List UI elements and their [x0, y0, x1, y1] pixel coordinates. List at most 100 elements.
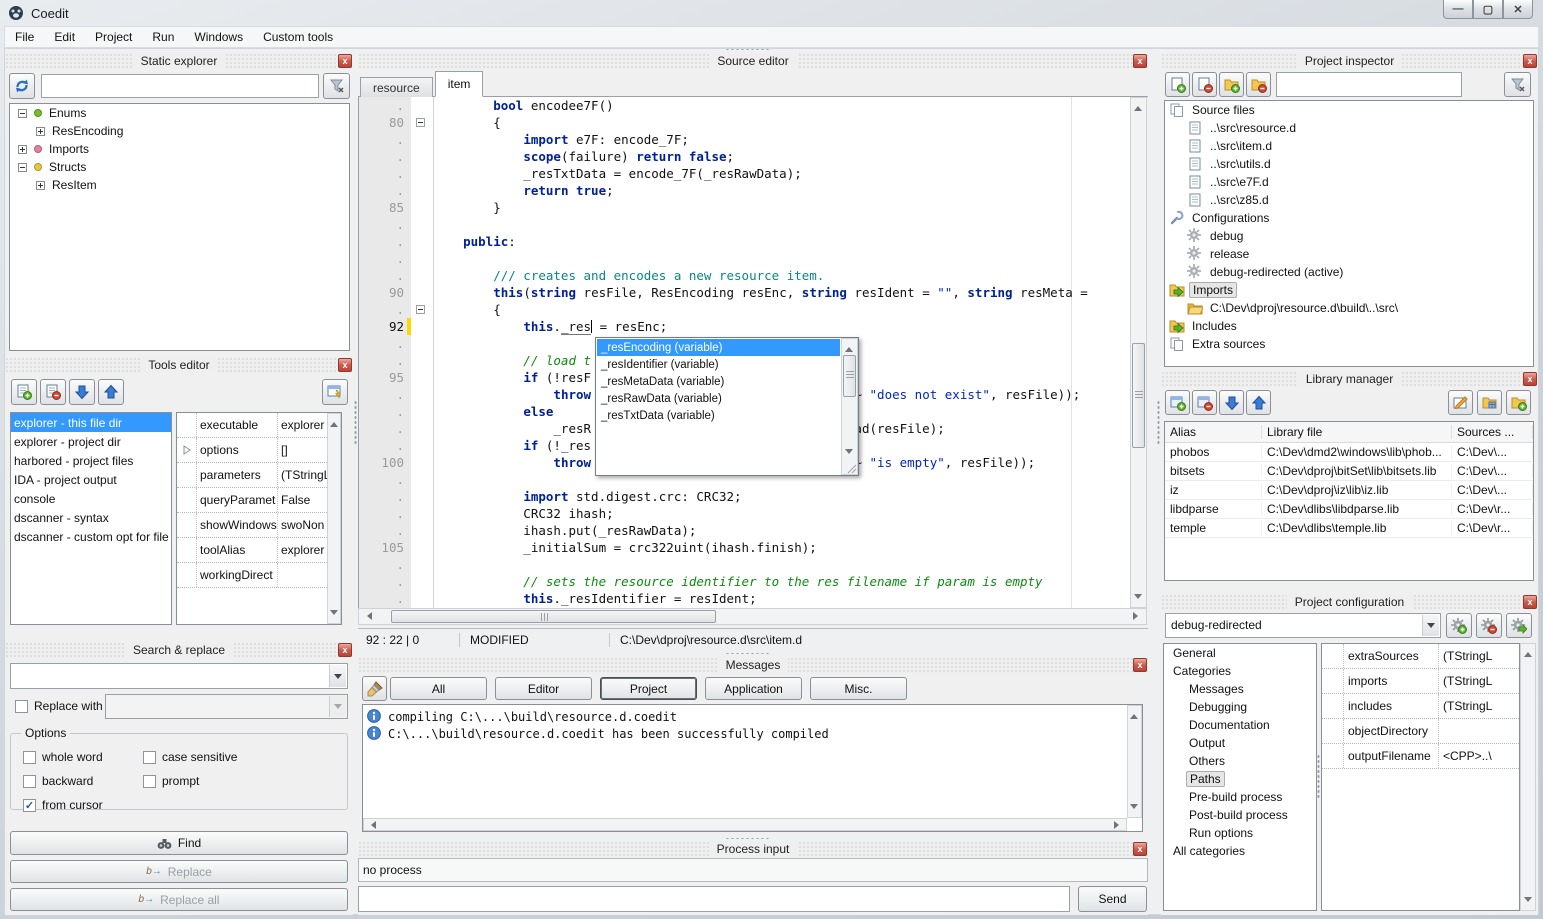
remove-tool-button[interactable]: [40, 379, 66, 405]
popup-scrollbar[interactable]: [841, 338, 858, 475]
tab-resource[interactable]: resource: [360, 77, 433, 99]
configuration-combo[interactable]: debug-redirected: [1165, 613, 1441, 638]
add-tool-button[interactable]: [11, 379, 37, 405]
close-panel-icon[interactable]: x: [1523, 54, 1537, 68]
project-tree-node[interactable]: debug-redirected (active): [1165, 263, 1533, 281]
splitter-handle[interactable]: [725, 48, 771, 51]
project-tree-node[interactable]: ..\src\utils.d: [1165, 155, 1533, 173]
splitter-handle[interactable]: [1317, 754, 1320, 800]
config-category-node[interactable]: All categories: [1164, 842, 1316, 860]
option-checkbox-from-cursor[interactable]: ✓from cursor: [23, 798, 103, 812]
add-library-folder-button[interactable]: [1506, 390, 1531, 415]
config-category-node[interactable]: Output: [1164, 734, 1316, 752]
config-property-row[interactable]: outputFilename<CPP>..\: [1322, 744, 1519, 769]
config-property-row[interactable]: objectDirectory: [1322, 719, 1519, 744]
column-header-alias[interactable]: Alias: [1165, 425, 1262, 439]
option-checkbox-backward[interactable]: backward: [23, 774, 93, 788]
close-panel-icon[interactable]: x: [338, 54, 352, 68]
move-library-down-button[interactable]: [1219, 390, 1244, 415]
move-tool-down-button[interactable]: [69, 379, 95, 405]
clear-inspector-filter-button[interactable]: [1504, 72, 1531, 97]
collapse-icon[interactable]: [18, 109, 27, 118]
close-panel-icon[interactable]: x: [1133, 842, 1147, 856]
fold-collapse-icon[interactable]: [416, 118, 425, 127]
config-category-node[interactable]: Run options: [1164, 824, 1316, 842]
replace-text-combo[interactable]: [105, 694, 348, 719]
close-panel-icon[interactable]: x: [1133, 54, 1147, 68]
symbol-tree-node[interactable]: Enums: [10, 104, 349, 122]
close-panel-icon[interactable]: x: [1523, 595, 1537, 609]
project-tree-node[interactable]: ..\src\z85.d: [1165, 191, 1533, 209]
completion-item[interactable]: _resEncoding (variable): [597, 339, 840, 356]
replace-with-checkbox[interactable]: Replace with: [15, 699, 103, 713]
minimize-button[interactable]: —: [1443, 0, 1473, 19]
config-property-row[interactable]: includes(TStringL: [1322, 694, 1519, 719]
menu-edit[interactable]: Edit: [44, 27, 85, 47]
completion-item[interactable]: _resTxtData (variable): [597, 407, 840, 424]
column-header-library-file[interactable]: Library file: [1262, 425, 1452, 439]
tool-list-item[interactable]: console: [11, 489, 171, 508]
send-button[interactable]: Send: [1078, 886, 1147, 912]
menu-project[interactable]: Project: [85, 27, 142, 47]
filter-button-all[interactable]: All: [390, 677, 487, 700]
refresh-button[interactable]: [9, 73, 35, 99]
config-category-node[interactable]: Categories: [1164, 662, 1316, 680]
edit-library-button[interactable]: [1448, 390, 1473, 415]
sync-configuration-button[interactable]: [1506, 613, 1532, 638]
editor-hscrollbar[interactable]: [358, 608, 1147, 625]
tool-property-row[interactable]: showWindowsswoNon: [177, 513, 341, 538]
find-button[interactable]: Find: [10, 831, 348, 855]
property-value[interactable]: (TStringL: [1439, 674, 1519, 688]
project-tree-node[interactable]: Source files: [1165, 101, 1533, 119]
filter-button-project[interactable]: Project: [600, 677, 697, 700]
clear-filter-button[interactable]: [323, 73, 350, 99]
replace-all-button[interactable]: b→ Replace all: [10, 888, 348, 911]
move-tool-up-button[interactable]: [98, 379, 124, 405]
project-tree-node[interactable]: Extra sources: [1165, 335, 1533, 353]
config-scrollbar[interactable]: [1520, 643, 1536, 911]
config-category-node[interactable]: Debugging: [1164, 698, 1316, 716]
process-input-field[interactable]: [358, 886, 1070, 912]
completion-item[interactable]: _resRawData (variable): [597, 390, 840, 407]
tool-property-row[interactable]: workingDirect: [177, 563, 341, 588]
project-tree-node[interactable]: Includes: [1165, 317, 1533, 335]
project-tree-node[interactable]: ..\src\resource.d: [1165, 119, 1533, 137]
symbol-tree-node[interactable]: ResItem: [10, 176, 349, 194]
remove-source-button[interactable]: [1192, 72, 1217, 97]
property-value[interactable]: (TStringL: [1439, 699, 1519, 713]
expand-icon[interactable]: [36, 127, 45, 136]
grid-scrollbar[interactable]: [327, 413, 341, 624]
config-category-node[interactable]: General: [1164, 644, 1316, 662]
config-property-row[interactable]: imports(TStringL: [1322, 669, 1519, 694]
message-row[interactable]: C:\...\build\resource.d.coedit has been …: [367, 725, 1138, 742]
add-configuration-button[interactable]: [1446, 613, 1472, 638]
close-panel-icon[interactable]: x: [1133, 658, 1147, 672]
remove-library-button[interactable]: [1192, 390, 1217, 415]
add-source-button[interactable]: [1165, 72, 1190, 97]
tool-property-row[interactable]: options[]: [177, 438, 341, 463]
config-property-row[interactable]: extraSources(TStringL: [1322, 644, 1519, 669]
column-header-sources[interactable]: Sources ...: [1452, 425, 1533, 439]
tool-property-row[interactable]: toolAliasexplorer: [177, 538, 341, 563]
config-category-node[interactable]: Others: [1164, 752, 1316, 770]
close-button[interactable]: ✕: [1503, 0, 1533, 19]
library-row[interactable]: bitsetsC:\Dev\dproj\bitSet\lib\bitsets.l…: [1165, 462, 1533, 481]
tool-list-item[interactable]: explorer - this file dir: [11, 413, 171, 432]
property-value[interactable]: (TStringL: [1439, 649, 1519, 663]
remove-configuration-button[interactable]: [1476, 613, 1502, 638]
library-row[interactable]: templeC:\Dev\dlibs\temple.libC:\Dev\r...: [1165, 519, 1533, 538]
splitter-handle[interactable]: [725, 652, 771, 655]
move-library-up-button[interactable]: [1246, 390, 1271, 415]
symbol-tree-node[interactable]: ResEncoding: [10, 122, 349, 140]
fold-collapse-icon[interactable]: [416, 305, 425, 314]
library-row[interactable]: izC:\Dev\dproj\iz\lib\iz.libC:\Dev\...: [1165, 481, 1533, 500]
library-from-project-button[interactable]: [1477, 390, 1502, 415]
project-tree-node[interactable]: ..\src\e7F.d: [1165, 173, 1533, 191]
tool-property-row[interactable]: queryParametFalse: [177, 488, 341, 513]
splitter-handle[interactable]: [1157, 400, 1160, 446]
messages-hscrollbar[interactable]: [363, 818, 1127, 831]
menu-run[interactable]: Run: [142, 27, 184, 47]
library-row[interactable]: libdparseC:\Dev\dlibs\libdparse.libC:\De…: [1165, 500, 1533, 519]
config-category-node[interactable]: Messages: [1164, 680, 1316, 698]
messages-vscrollbar[interactable]: [1127, 705, 1142, 818]
